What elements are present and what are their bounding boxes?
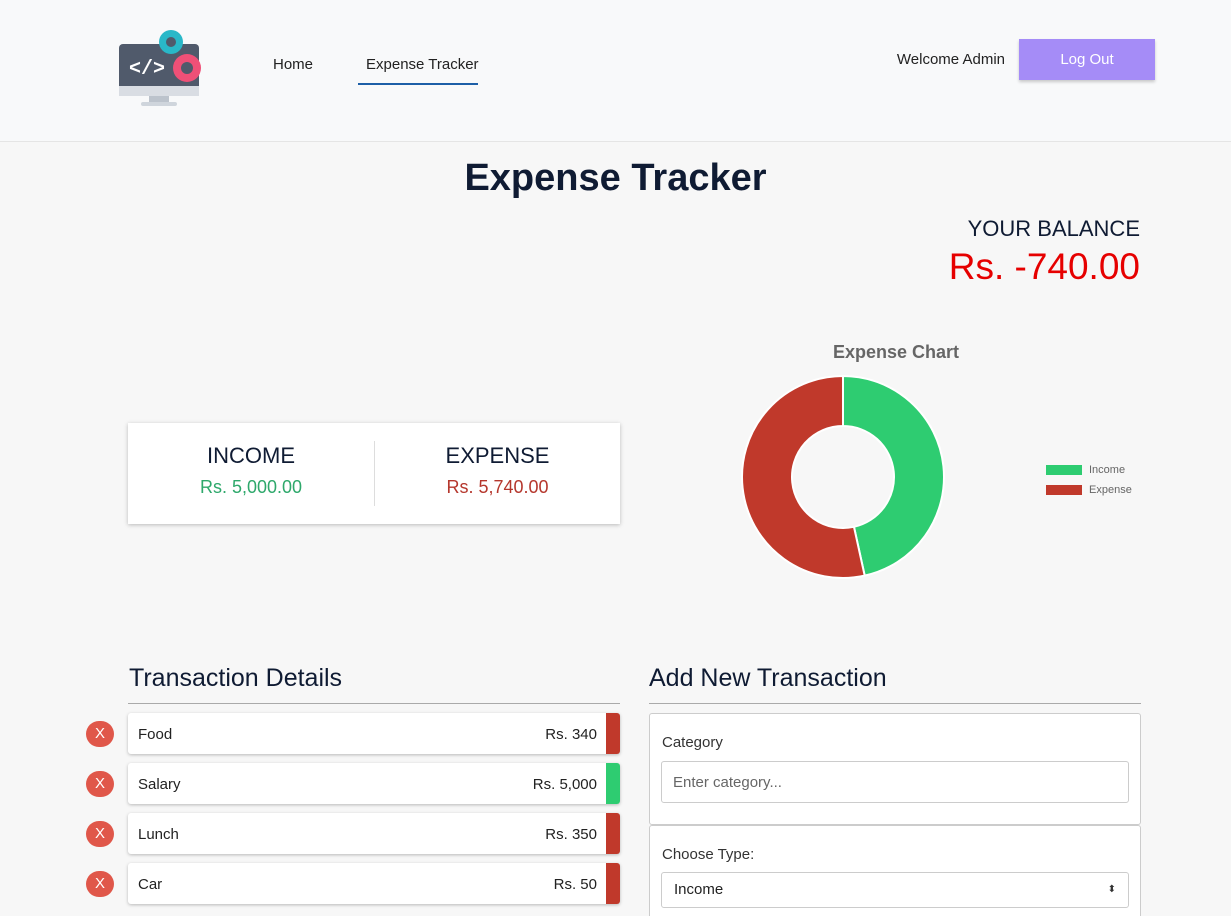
type-label: Choose Type: [662, 846, 755, 863]
chart-title: Expense Chart [832, 342, 960, 362]
legend-item-expense[interactable]: Expense [1046, 480, 1132, 500]
svg-text:</>: </> [129, 58, 165, 81]
divider [128, 703, 620, 704]
logout-button[interactable]: Log Out [1019, 39, 1155, 80]
nav-home[interactable]: Home [273, 56, 313, 73]
expense-value: Rs. 5,740.00 [446, 477, 549, 497]
income-column: INCOME Rs. 5,000.00 [128, 423, 374, 524]
delete-transaction-button[interactable]: X [86, 871, 114, 897]
transaction-row: X Food Rs. 340 [86, 713, 626, 754]
delete-transaction-button[interactable]: X [86, 821, 114, 847]
legend-swatch [1046, 465, 1082, 475]
transaction-card: Salary Rs. 5,000 [128, 763, 620, 804]
income-expense-card: INCOME Rs. 5,000.00 EXPENSE Rs. 5,740.00 [128, 423, 620, 524]
transaction-row: X Salary Rs. 5,000 [86, 763, 626, 804]
divider [649, 703, 1141, 704]
expense-label: EXPENSE [445, 443, 550, 468]
transaction-card: Car Rs. 50 [128, 863, 620, 904]
transaction-details-title: Transaction Details [129, 664, 343, 692]
category-form-group: Category [649, 713, 1141, 825]
transaction-type-indicator [606, 713, 620, 754]
transaction-card: Food Rs. 340 [128, 713, 620, 754]
page-title: Expense Tracker [464, 157, 767, 199]
logo[interactable]: </> [113, 26, 209, 112]
transaction-name: Salary [138, 776, 181, 793]
transaction-card: Lunch Rs. 350 [128, 813, 620, 854]
category-input[interactable] [661, 761, 1129, 803]
income-value: Rs. 5,000.00 [199, 477, 303, 497]
transaction-row: X Car Rs. 50 [86, 863, 626, 904]
delete-transaction-button[interactable]: X [86, 771, 114, 797]
transaction-type-indicator [606, 863, 620, 904]
expense-column: EXPENSE Rs. 5,740.00 [374, 441, 620, 506]
legend-label: Expense [1089, 484, 1132, 496]
select-arrows-icon: ⬍ [1107, 884, 1116, 895]
legend-item-income[interactable]: Income [1046, 460, 1132, 480]
transaction-name: Food [138, 726, 173, 743]
delete-transaction-button[interactable]: X [86, 721, 114, 747]
navbar: </> Home Expense Tracker Welcome Admin L… [0, 0, 1231, 142]
chart-legend: Income Expense [1046, 460, 1132, 500]
transaction-amount: Rs. 350 [545, 826, 597, 843]
transaction-amount: Rs. 5,000 [532, 776, 597, 793]
transaction-name: Car [138, 876, 163, 893]
transaction-amount: Rs. 340 [545, 726, 597, 743]
balance-value: Rs. -740.00 [948, 246, 1140, 287]
welcome-text: Welcome Admin [896, 51, 1005, 68]
income-label: INCOME [207, 443, 295, 468]
transaction-amount: Rs. 50 [553, 876, 597, 893]
transaction-row: X Lunch Rs. 350 [86, 813, 626, 854]
transaction-name: Lunch [138, 826, 179, 843]
nav-expense-tracker[interactable]: Expense Tracker [366, 56, 479, 73]
add-transaction-title: Add New Transaction [649, 664, 887, 692]
expense-chart: Expense Chart Income Expense [650, 330, 1170, 600]
transaction-type-indicator [606, 763, 620, 804]
active-tab-underline [358, 83, 478, 85]
transaction-type-indicator [606, 813, 620, 854]
legend-swatch [1046, 485, 1082, 495]
category-label: Category [662, 734, 723, 751]
code-monitor-icon: </> [119, 30, 201, 106]
balance-label: YOUR BALANCE [967, 216, 1140, 241]
type-form-group: Choose Type: Income ⬍ [649, 825, 1141, 916]
legend-label: Income [1089, 464, 1126, 476]
type-select-value: Income [674, 881, 724, 898]
type-select[interactable]: Income ⬍ [661, 872, 1129, 908]
